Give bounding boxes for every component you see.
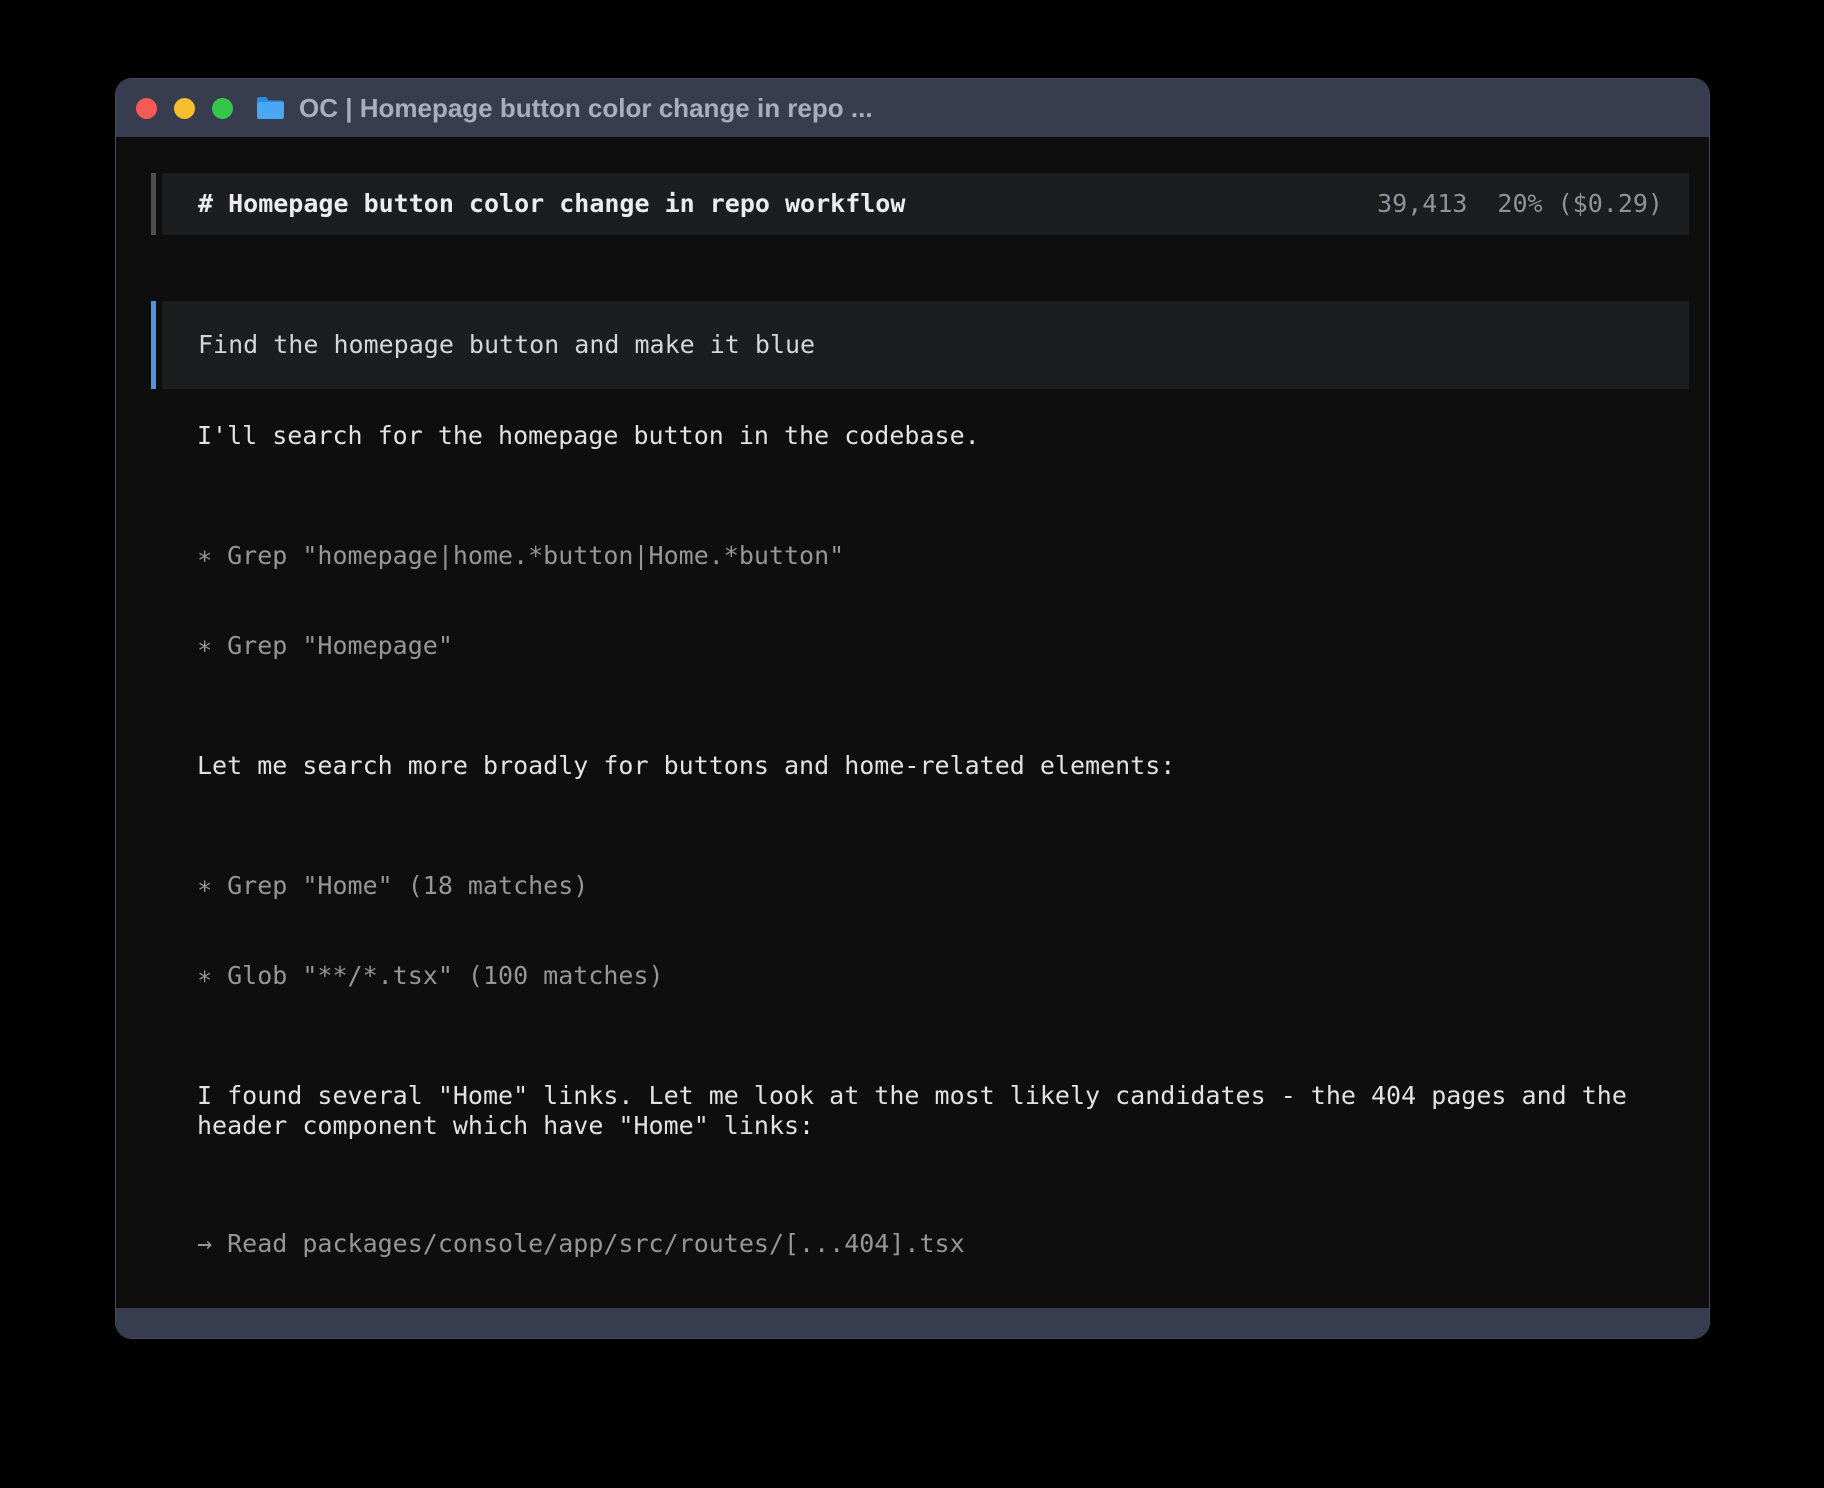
minimize-button[interactable] <box>174 98 195 119</box>
zoom-button[interactable] <box>212 98 233 119</box>
session-stats: 39,413 20% ($0.29) <box>1377 189 1663 219</box>
window-title: OC | Homepage button color change in rep… <box>299 93 873 124</box>
traffic-lights <box>136 98 233 119</box>
tool-call-group: → Read packages/console/app/src/routes/[… <box>197 1169 1689 1308</box>
window-bottom-bar <box>116 1308 1709 1338</box>
tool-call-grep: ∗ Grep "homepage|home.*button|Home.*butt… <box>197 541 1689 571</box>
tool-call-grep: ∗ Grep "Home" (18 matches) <box>197 871 1689 901</box>
titlebar[interactable]: OC | Homepage button color change in rep… <box>116 79 1709 137</box>
user-message-text: Find the homepage button and make it blu… <box>198 330 815 359</box>
tool-call-glob: ∗ Glob "**/*.tsx" (100 matches) <box>197 961 1689 991</box>
close-button[interactable] <box>136 98 157 119</box>
folder-icon <box>255 95 286 121</box>
assistant-paragraph: Let me search more broadly for buttons a… <box>197 751 1689 781</box>
tool-call-group: ∗ Grep "Home" (18 matches) ∗ Glob "**/*.… <box>197 811 1689 1051</box>
tool-call-read: → Read packages/console/app/src/routes/[… <box>197 1229 1689 1259</box>
assistant-paragraph: I'll search for the homepage button in t… <box>197 421 1689 451</box>
context-usage-cost: 20% ($0.29) <box>1497 189 1663 219</box>
terminal-content: # Homepage button color change in repo w… <box>116 137 1709 1308</box>
assistant-paragraph: I found several "Home" links. Let me loo… <box>197 1081 1689 1141</box>
terminal-window: OC | Homepage button color change in rep… <box>115 78 1710 1339</box>
session-header: # Homepage button color change in repo w… <box>151 173 1689 235</box>
tool-call-grep: ∗ Grep "Homepage" <box>197 631 1689 661</box>
token-count: 39,413 <box>1377 189 1467 219</box>
session-title: # Homepage button color change in repo w… <box>198 189 905 219</box>
tool-call-group: ∗ Grep "homepage|home.*button|Home.*butt… <box>197 481 1689 721</box>
user-message: Find the homepage button and make it blu… <box>151 301 1689 389</box>
